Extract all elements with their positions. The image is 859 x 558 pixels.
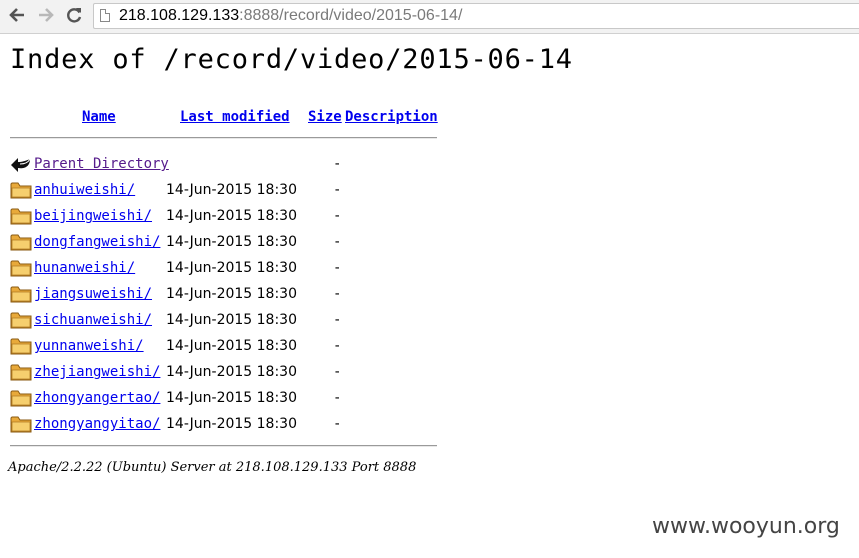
reload-button[interactable] [63, 4, 85, 26]
folder-icon [10, 234, 32, 251]
table-row: beijingweishi/14-Jun-2015 18:30 - [0, 203, 440, 229]
table-row: hunanweishi/14-Jun-2015 18:30 - [0, 255, 440, 281]
table-row: zhejiangweishi/14-Jun-2015 18:30 - [0, 359, 440, 385]
size-value: - [333, 234, 342, 250]
folder-icon [10, 338, 32, 355]
folder-icon [10, 208, 32, 225]
size-value: - [333, 312, 342, 328]
size-value: - [333, 364, 342, 380]
entry-link[interactable]: sichuanweishi/ [34, 311, 152, 329]
last-modified-value: 14-Jun-2015 18:30 [166, 364, 297, 380]
watermark: www.wooyun.org [652, 514, 840, 539]
size-value: - [333, 286, 342, 302]
entry-link[interactable]: hunanweishi/ [34, 259, 135, 277]
forward-button[interactable] [35, 4, 57, 26]
table-row: yunnanweishi/14-Jun-2015 18:30 - [0, 333, 440, 359]
last-modified-value: 14-Jun-2015 18:30 [166, 286, 297, 302]
column-header-name[interactable]: Name [82, 108, 116, 126]
last-modified-value: 14-Jun-2015 18:30 [166, 390, 297, 406]
entry-link[interactable]: anhuiweishi/ [34, 181, 135, 199]
table-row: dongfangweishi/14-Jun-2015 18:30 - [0, 229, 440, 255]
entry-link[interactable]: jiangsuweishi/ [34, 285, 152, 303]
divider-top [10, 137, 437, 139]
last-modified-value: 14-Jun-2015 18:30 [166, 234, 297, 250]
folder-icon [10, 364, 32, 381]
parent-directory-row: Parent Directory - [0, 151, 440, 177]
entry-link[interactable]: zhejiangweishi/ [34, 363, 160, 381]
back-button[interactable] [6, 4, 28, 26]
browser-toolbar: 218.108.129.133:8888/record/video/2015-0… [0, 0, 859, 34]
folder-icon [10, 416, 32, 433]
folder-icon [10, 286, 32, 303]
last-modified-value: 14-Jun-2015 18:30 [166, 312, 297, 328]
table-row: anhuiweishi/14-Jun-2015 18:30 - [0, 177, 440, 203]
size-value: - [333, 182, 342, 198]
column-header-description[interactable]: Description [345, 108, 438, 126]
parent-directory-link[interactable]: Parent Directory [34, 155, 169, 173]
folder-icon [10, 182, 32, 199]
folder-icon [10, 260, 32, 277]
size-value: - [333, 416, 342, 432]
back-arrow-icon [11, 158, 31, 172]
last-modified-value: 14-Jun-2015 18:30 [166, 260, 297, 276]
table-row: zhongyangertao/14-Jun-2015 18:30 - [0, 385, 440, 411]
last-modified-value: 14-Jun-2015 18:30 [166, 182, 297, 198]
reload-icon [67, 8, 82, 23]
entry-link[interactable]: dongfangweishi/ [34, 233, 160, 251]
last-modified-value: 14-Jun-2015 18:30 [166, 208, 297, 224]
url-text: 218.108.129.133:8888/record/video/2015-0… [119, 7, 463, 24]
arrow-left-icon [9, 8, 24, 22]
table-row: zhongyangyitao/14-Jun-2015 18:30 - [0, 411, 440, 437]
page-icon [100, 9, 110, 22]
size-value: - [333, 338, 342, 354]
column-header-last-modified[interactable]: Last modified [180, 108, 290, 126]
entry-link[interactable]: zhongyangertao/ [34, 389, 160, 407]
server-signature: Apache/2.2.22 (Ubuntu) Server at 218.108… [8, 460, 417, 475]
address-bar[interactable]: 218.108.129.133:8888/record/video/2015-0… [93, 3, 859, 29]
column-header-size[interactable]: Size [308, 108, 342, 126]
size-value: - [333, 390, 342, 406]
size-value: - [333, 208, 342, 224]
table-row: jiangsuweishi/14-Jun-2015 18:30 - [0, 281, 440, 307]
folder-icon [10, 312, 32, 329]
size-value: - [333, 260, 342, 276]
entry-link[interactable]: yunnanweishi/ [34, 337, 144, 355]
entry-link[interactable]: beijingweishi/ [34, 207, 152, 225]
folder-icon [10, 390, 32, 407]
last-modified-value: 14-Jun-2015 18:30 [166, 416, 297, 432]
page-title: Index of /record/video/2015-06-14 [10, 44, 573, 75]
table-row: sichuanweishi/14-Jun-2015 18:30 - [0, 307, 440, 333]
entry-link[interactable]: zhongyangyitao/ [34, 415, 160, 433]
divider-bottom [10, 445, 437, 447]
last-modified-value: 14-Jun-2015 18:30 [166, 338, 297, 354]
size-value: - [333, 156, 342, 172]
arrow-right-icon [39, 8, 54, 22]
